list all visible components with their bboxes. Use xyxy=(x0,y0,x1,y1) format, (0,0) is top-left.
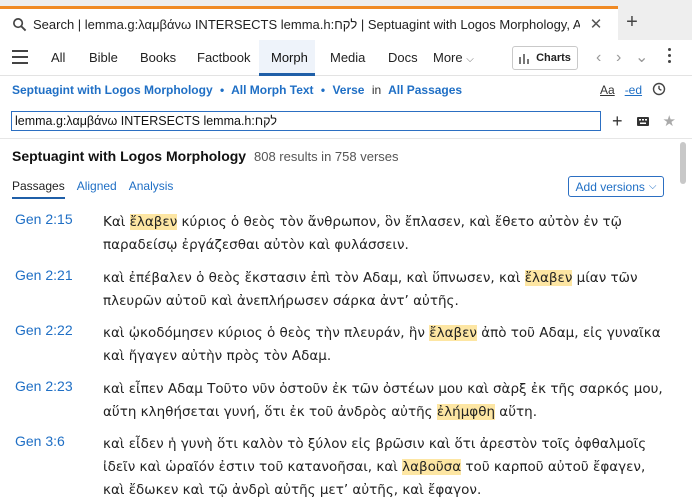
resource-link[interactable]: Septuagint with Logos Morphology xyxy=(12,83,213,97)
search-scope-breadcrumb: Septuagint with Logos Morphology • All M… xyxy=(12,83,462,97)
add-versions-label: Add versions xyxy=(575,179,645,194)
verse-text: καὶ ᾠκοδόμησεν κύριος ὁ θεὸς τὴν πλευράν… xyxy=(103,322,663,368)
menu-icon[interactable] xyxy=(12,50,28,64)
nav-more[interactable]: More ⌵ xyxy=(433,50,474,65)
chevron-down-icon: ⌵ xyxy=(648,181,657,192)
charts-label: Charts xyxy=(536,52,571,64)
tab-analysis[interactable]: Analysis xyxy=(129,179,174,199)
verse-reference-link[interactable]: Gen 2:15 xyxy=(15,211,73,227)
history-clock-icon[interactable] xyxy=(652,82,666,99)
keyboard-icon[interactable] xyxy=(636,113,649,130)
verse-reference-link[interactable]: Gen 2:23 xyxy=(15,378,73,394)
search-input[interactable]: lemma.g:λαμβάνω INTERSECTS lemma.h:לקח xyxy=(11,111,601,131)
search-hit[interactable]: ἔλαβεν xyxy=(429,325,477,341)
nav-morph[interactable]: Morph xyxy=(271,50,308,65)
match-inflection-toggle[interactable]: -ed xyxy=(625,83,642,97)
verse-text-before: καὶ ᾠκοδόμησεν κύριος ὁ θεὸς τὴν πλευράν… xyxy=(103,325,430,341)
nav-books[interactable]: Books xyxy=(140,50,176,65)
divider xyxy=(0,138,692,139)
nav-media[interactable]: Media xyxy=(330,50,365,65)
close-tab-icon[interactable]: ✕ xyxy=(588,16,604,33)
verse-reference-link[interactable]: Gen 3:6 xyxy=(15,433,65,449)
search-icon xyxy=(13,18,27,32)
verse-reference-link[interactable]: Gen 2:22 xyxy=(15,322,73,338)
add-term-icon[interactable]: + xyxy=(612,111,623,132)
results-heading: Septuagint with Logos Morphology 808 res… xyxy=(12,148,399,164)
match-case-toggle[interactable]: Aa xyxy=(600,83,615,97)
verse-text: καὶ ἐπέβαλεν ὁ θεὸς ἔκστασιν ἐπὶ τὸν Αδα… xyxy=(103,267,663,313)
bar-chart-icon xyxy=(519,53,530,64)
results-count: 808 results in 758 verses xyxy=(253,149,399,164)
results-resource: Septuagint with Logos Morphology xyxy=(12,148,247,164)
verse-text-after: κύριος ὁ θεὸς τὸν ἄνθρωπον, ὃν ἔπλασεν, … xyxy=(103,214,622,253)
verse-text-before: καὶ εἶπεν Αδαμ Τοῦτο νῦν ὀστοῦν ἐκ τῶν ὀ… xyxy=(103,381,663,420)
active-tab-underline xyxy=(259,73,315,76)
verse-text: καὶ εἶδεν ἡ γυνὴ ὅτι καλὸν τὸ ξύλον εἰς … xyxy=(103,433,663,501)
tab-bar: Search | lemma.g:λαμβάνω INTERSECTS lemm… xyxy=(0,0,692,40)
forward-icon[interactable]: › xyxy=(616,49,621,67)
search-hit[interactable]: ἔλαβεν xyxy=(524,270,573,286)
nav-more-label: More xyxy=(433,50,463,65)
charts-button[interactable]: Charts xyxy=(512,46,578,70)
nav-docs[interactable]: Docs xyxy=(388,50,418,65)
verse-text-before: καὶ ἐπέβαλεν ὁ θεὸς ἔκστασιν ἐπὶ τὸν Αδα… xyxy=(103,270,525,286)
verse-text: Καὶ ἔλαβεν κύριος ὁ θεὸς τὸν ἄνθρωπον, ὃ… xyxy=(103,211,663,257)
search-tab[interactable]: Search | lemma.g:λαμβάνω INTERSECTS lemm… xyxy=(0,6,618,40)
verse-text-before: Καὶ xyxy=(103,214,130,230)
verse-text: καὶ εἶπεν Αδαμ Τοῦτο νῦν ὀστοῦν ἐκ τῶν ὀ… xyxy=(103,378,663,424)
history-dropdown-icon[interactable]: ⌄ xyxy=(635,47,648,67)
tab-passages[interactable]: Passages xyxy=(12,179,65,199)
favorite-star-icon[interactable]: ★ xyxy=(663,112,676,130)
in-label: in xyxy=(371,83,382,97)
verse-reference-link[interactable]: Gen 2:21 xyxy=(15,267,73,283)
tab-aligned[interactable]: Aligned xyxy=(77,179,117,199)
toolbar: All Bible Books Factbook Morph Media Doc… xyxy=(0,40,692,76)
search-hit[interactable]: ἔλαβεν xyxy=(129,214,178,230)
search-options: Aa -ed xyxy=(600,80,666,100)
tab-title: Search | lemma.g:λαμβάνω INTERSECTS lemm… xyxy=(33,17,580,32)
search-hit[interactable]: ἐλήμφθη xyxy=(436,404,496,420)
nav-bible[interactable]: Bible xyxy=(89,50,118,65)
crumb-separator: • xyxy=(220,83,225,97)
scope-link[interactable]: All Morph Text xyxy=(231,83,313,97)
search-hit[interactable]: λαβοῦσα xyxy=(402,459,462,475)
more-options-icon[interactable] xyxy=(668,48,672,66)
back-icon[interactable]: ‹ xyxy=(596,49,601,67)
query-actions: + ★ xyxy=(612,110,676,132)
nav-factbook[interactable]: Factbook xyxy=(197,50,250,65)
unit-link[interactable]: Verse xyxy=(332,83,364,97)
add-versions-button[interactable]: Add versions ⌵ xyxy=(568,176,664,197)
scrollbar-thumb[interactable] xyxy=(680,142,686,184)
verse-text-after: αὕτη. xyxy=(495,404,537,420)
nav-all[interactable]: All xyxy=(51,50,65,65)
chevron-down-icon: ⌵ xyxy=(466,54,474,65)
crumb-separator: • xyxy=(320,83,326,97)
new-tab-icon[interactable]: + xyxy=(622,10,642,34)
range-link[interactable]: All Passages xyxy=(388,83,462,97)
result-view-tabs: Passages Aligned Analysis xyxy=(12,179,173,199)
